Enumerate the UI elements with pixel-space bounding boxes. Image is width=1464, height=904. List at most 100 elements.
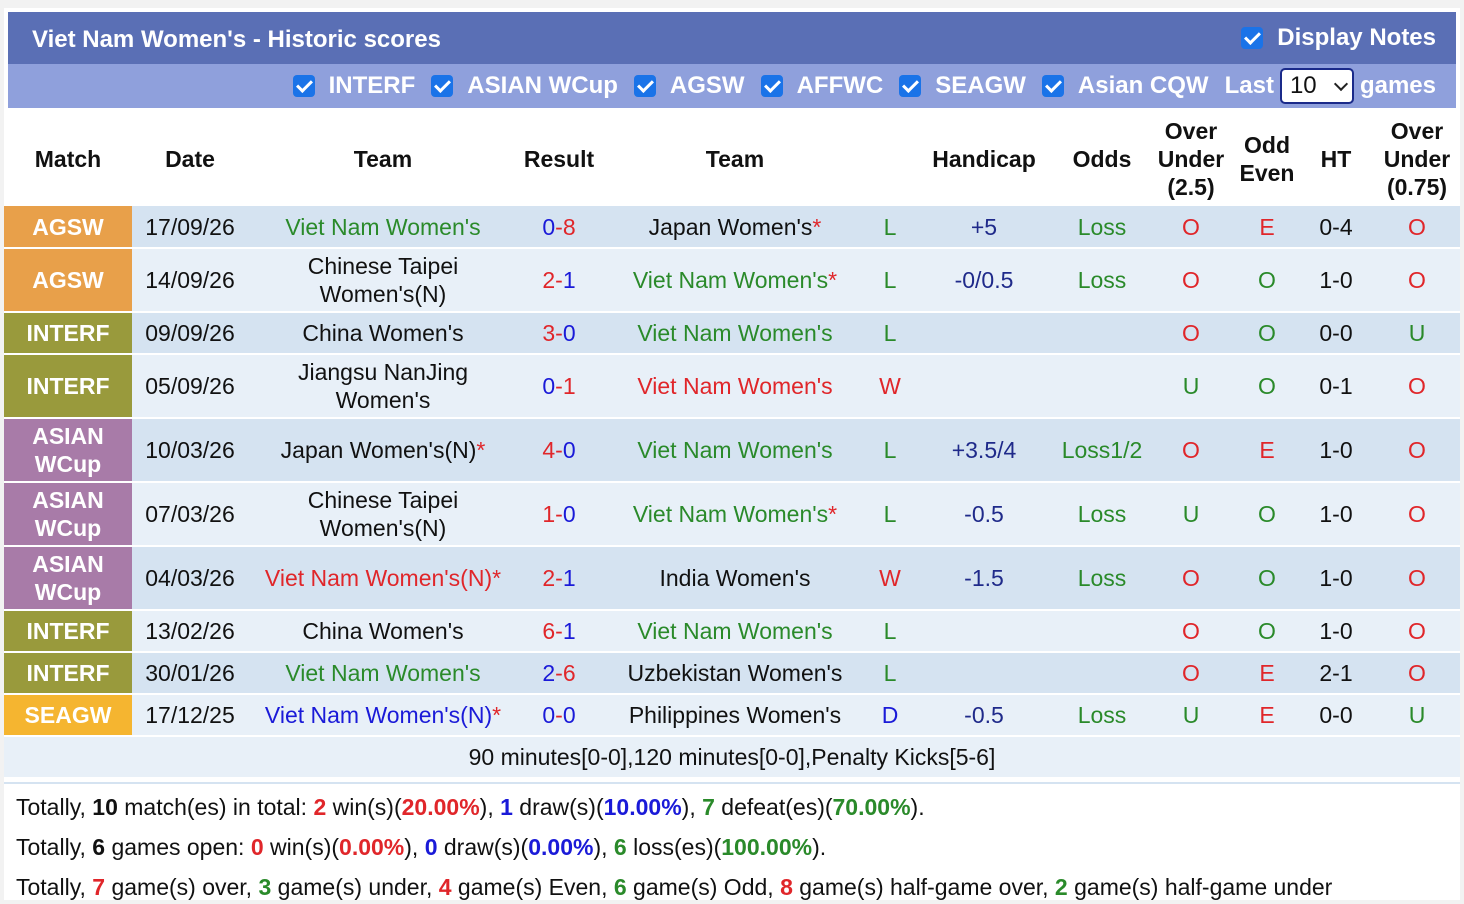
away-team[interactable]: Philippines Women's <box>600 694 870 737</box>
table-body: AGSW 17/09/26 Viet Nam Women's 0-8 Japan… <box>4 206 1460 779</box>
match-date: 07/03/26 <box>132 482 248 547</box>
filter-agsw[interactable]: AGSW <box>633 72 745 100</box>
filter-affwc-checkbox[interactable] <box>760 75 783 97</box>
match-result[interactable]: 1-0 <box>518 482 600 547</box>
odds-result <box>1058 354 1146 419</box>
match-result[interactable]: 4-0 <box>518 418 600 483</box>
summary-line-open: Totally, 6 games open: 0 win(s)(0.00%), … <box>16 834 826 864</box>
competition-badge[interactable]: ASIAN WCup <box>4 482 132 547</box>
filter-asian-cqw[interactable]: Asian CQW <box>1041 72 1209 100</box>
col-date: Date <box>132 112 248 206</box>
match-result[interactable]: 0-0 <box>518 694 600 737</box>
summary-line-goals: Totally, 7 game(s) over, 3 game(s) under… <box>16 874 1332 904</box>
match-result[interactable]: 6-1 <box>518 610 600 653</box>
home-team[interactable]: Viet Nam Women's(N)* <box>248 546 518 611</box>
match-date: 17/12/25 <box>132 694 248 737</box>
competition-badge[interactable]: SEAGW <box>4 694 132 737</box>
competition-badge[interactable]: AGSW <box>4 248 132 313</box>
filter-asian-cqw-checkbox[interactable] <box>1041 75 1064 97</box>
home-team[interactable]: China Women's <box>248 312 518 355</box>
score-dash: - <box>555 213 563 240</box>
over-under-ht: O <box>1374 206 1460 249</box>
match-result[interactable]: 0-1 <box>518 354 600 419</box>
away-team[interactable]: Viet Nam Women's <box>600 312 870 355</box>
summary-text: match(es) in total: <box>117 794 314 820</box>
home-team[interactable]: Japan Women's(N)* <box>248 418 518 483</box>
summary-panel: Totally, 10 match(es) in total: 2 win(s)… <box>4 782 1460 900</box>
away-score: 1 <box>562 267 576 293</box>
summary-odd: 6 <box>613 874 627 900</box>
summary-half-over: 8 <box>780 874 793 900</box>
summary-open-losses: 6 <box>613 834 627 860</box>
display-notes-toggle[interactable]: Display Notes <box>1241 24 1436 52</box>
col-result: Result <box>518 112 600 206</box>
competition-badge[interactable]: ASIAN WCup <box>4 418 132 483</box>
handicap <box>910 354 1058 419</box>
away-team[interactable]: Viet Nam Women's* <box>600 482 870 547</box>
table-row: INTERF 09/09/26 China Women's 3-0 Viet N… <box>4 312 1460 355</box>
home-team-name: Viet Nam Women's <box>285 660 481 686</box>
filter-affwc[interactable]: AFFWC <box>760 72 883 100</box>
summary-text: game(s) Even, <box>451 874 614 900</box>
competition-badge[interactable]: ASIAN WCup <box>4 546 132 611</box>
competition-badge[interactable]: INTERF <box>4 312 132 355</box>
handicap: +3.5/4 <box>910 418 1058 483</box>
away-team[interactable]: Uzbekistan Women's <box>600 652 870 695</box>
col-over-under-ht: Over Under (0.75) <box>1374 112 1460 206</box>
filter-interf-checkbox[interactable] <box>292 75 315 97</box>
match-label: AGSW <box>32 213 104 240</box>
summary-text: draw(s)( <box>512 794 604 820</box>
summary-text: ). <box>910 794 925 820</box>
match-result[interactable]: 2-1 <box>518 248 600 313</box>
match-result[interactable]: 0-8 <box>518 206 600 249</box>
over-under: U <box>1146 354 1236 419</box>
match-result[interactable]: 2-6 <box>518 652 600 695</box>
score-dash: - <box>555 320 563 346</box>
filter-agsw-checkbox[interactable] <box>633 75 656 97</box>
filter-seagw[interactable]: SEAGW <box>899 72 1026 100</box>
over-under-ht: O <box>1374 652 1460 695</box>
summary-text: games open: <box>105 834 251 860</box>
away-team[interactable]: Viet Nam Women's <box>600 354 870 419</box>
summary-text: game(s) half-game over, <box>792 874 1055 900</box>
competition-badge[interactable]: INTERF <box>4 652 132 695</box>
away-team[interactable]: Japan Women's* <box>600 206 870 249</box>
home-team[interactable]: Viet Nam Women's(N)* <box>248 694 518 737</box>
odd-even: O <box>1236 312 1298 355</box>
home-team[interactable]: Chinese Taipei Women's(N) <box>248 248 518 313</box>
home-team[interactable]: Viet Nam Women's <box>248 206 518 249</box>
filter-asian-wcup[interactable]: ASIAN WCup <box>431 72 618 100</box>
summary-text: game(s) over, <box>105 874 259 900</box>
away-team[interactable]: Viet Nam Women's <box>600 610 870 653</box>
summary-text: ), <box>404 834 425 860</box>
over-under: O <box>1146 248 1236 313</box>
summary-wins: 2 <box>313 794 327 820</box>
last-games-select[interactable]: 10 <box>1279 68 1354 104</box>
summary-half-under: 2 <box>1054 874 1068 900</box>
home-team-l1: Jiangsu NanJing <box>297 359 469 385</box>
summary-open-draw-pct: 0.00% <box>528 834 594 860</box>
match-result[interactable]: 2-1 <box>518 546 600 611</box>
match-date: 13/02/26 <box>132 610 248 653</box>
filter-seagw-checkbox[interactable] <box>899 75 922 97</box>
filter-interf[interactable]: INTERF <box>292 72 415 100</box>
over-under-ht: O <box>1374 248 1460 313</box>
filter-asian-wcup-checkbox[interactable] <box>431 75 454 97</box>
display-notes-checkbox[interactable] <box>1241 27 1264 49</box>
home-team[interactable]: China Women's <box>248 610 518 653</box>
home-team[interactable]: Viet Nam Women's <box>248 652 518 695</box>
table-row: SEAGW 17/12/25 Viet Nam Women's(N)* 0-0 … <box>4 694 1460 737</box>
home-team[interactable]: Chinese Taipei Women's(N) <box>248 482 518 547</box>
away-team[interactable]: India Women's <box>600 546 870 611</box>
competition-badge[interactable]: AGSW <box>4 206 132 249</box>
match-result[interactable]: 3-0 <box>518 312 600 355</box>
away-team[interactable]: Viet Nam Women's* <box>600 248 870 313</box>
home-team-name: Viet Nam Women's <box>285 213 481 240</box>
summary-match-count: 10 <box>92 794 118 820</box>
home-team[interactable]: Jiangsu NanJing Women's <box>248 354 518 419</box>
away-team[interactable]: Viet Nam Women's <box>600 418 870 483</box>
over-under: U <box>1146 482 1236 547</box>
match-label: INTERF <box>26 618 110 644</box>
competition-badge[interactable]: INTERF <box>4 354 132 419</box>
competition-badge[interactable]: INTERF <box>4 610 132 653</box>
